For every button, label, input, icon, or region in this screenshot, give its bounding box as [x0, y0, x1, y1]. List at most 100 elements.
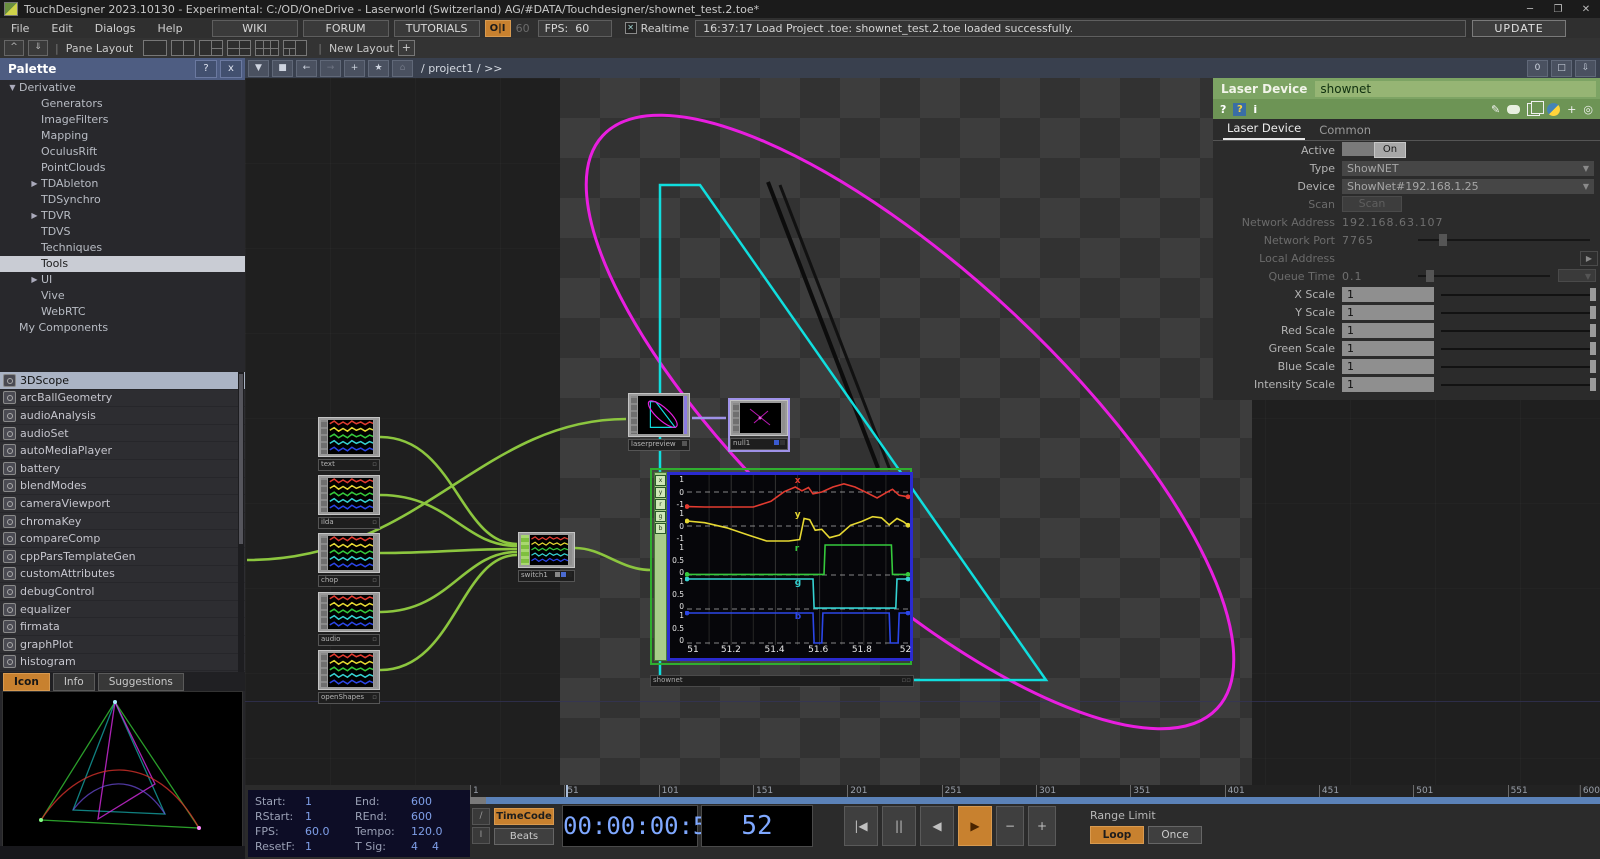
palette-item-blendmodes[interactable]: blendModes: [0, 478, 245, 496]
palette-tree-item-webrtc[interactable]: WebRTC: [0, 304, 245, 320]
timeline-ruler[interactable]: 151101151201251301351401451501551600: [470, 785, 1600, 797]
increment-frame-button[interactable]: +: [1028, 806, 1056, 846]
palette-item-firmata[interactable]: firmata: [0, 618, 245, 636]
palette-item-debugcontrol[interactable]: debugControl: [0, 583, 245, 601]
link-forum[interactable]: FORUM: [303, 20, 389, 37]
palette-item-3dscope[interactable]: 3DScope: [0, 372, 245, 390]
chop-node-openShapes[interactable]: openShapes▫: [318, 650, 380, 704]
mode-beats-button[interactable]: Beats: [494, 828, 554, 845]
palette-tree-item-pointclouds[interactable]: PointClouds: [0, 160, 245, 176]
palette-item-comparecomp[interactable]: compareComp: [0, 530, 245, 548]
maximize-button[interactable]: ❐: [1544, 4, 1572, 15]
palette-item-cppparstemplategen[interactable]: cppParsTemplateGen: [0, 548, 245, 566]
param-slider[interactable]: [1441, 330, 1596, 332]
layout-split-vertical-button[interactable]: [171, 40, 195, 56]
timeline-field-value[interactable]: 1: [305, 810, 355, 825]
param-slider[interactable]: [1418, 275, 1550, 277]
menu-button[interactable]: ▼: [248, 60, 269, 77]
palette-item-histogram[interactable]: histogram: [0, 654, 245, 672]
chevron-right-icon[interactable]: ▶: [28, 176, 41, 192]
layout-split-right-button[interactable]: [199, 40, 223, 56]
python-help-icon[interactable]: ?: [1233, 103, 1246, 116]
collapse-pane-arrow-icon[interactable]: ⇩: [1575, 60, 1596, 77]
palette-tree-item-imagefilters[interactable]: ImageFilters: [0, 112, 245, 128]
param-slider[interactable]: [1441, 294, 1596, 296]
palette-tree-item-my-components[interactable]: My Components: [0, 320, 245, 336]
palette-tree-item-derivative[interactable]: ▼Derivative: [0, 80, 245, 96]
operator-name-field[interactable]: shownet: [1315, 81, 1596, 97]
palette-tree-item-oculusrift[interactable]: OculusRift: [0, 144, 245, 160]
timeline-field-value[interactable]: 120.0: [411, 825, 473, 840]
performance-mode-button[interactable]: O|I: [485, 20, 511, 37]
palette-tree-item-tools[interactable]: Tools: [0, 256, 245, 272]
chevron-right-icon[interactable]: ▶: [28, 208, 41, 224]
menu-edit[interactable]: Edit: [40, 22, 83, 35]
palette-tree-item-ui[interactable]: ▶UI: [0, 272, 245, 288]
playhead[interactable]: [566, 785, 568, 797]
link-wiki[interactable]: WIKI: [212, 20, 298, 37]
palette-scrollbar[interactable]: [238, 372, 244, 672]
slider-handle[interactable]: [1590, 288, 1596, 301]
palette-item-battery[interactable]: battery: [0, 460, 245, 478]
float-pane-icon[interactable]: ⇓: [28, 40, 48, 56]
step-back-button[interactable]: ◀: [920, 806, 954, 846]
layout-mixed-button[interactable]: [283, 40, 307, 56]
menu-dialogs[interactable]: Dialogs: [84, 22, 147, 35]
param-field[interactable]: 1: [1342, 323, 1434, 338]
info-icon[interactable]: i: [1253, 103, 1257, 116]
null-node[interactable]: null1: [728, 398, 790, 452]
back-button[interactable]: ←: [296, 60, 317, 77]
timeline-side-button[interactable]: I: [472, 827, 490, 844]
palette-tree-item-mapping[interactable]: Mapping: [0, 128, 245, 144]
parameter-mode-icon[interactable]: ◎: [1583, 103, 1593, 116]
tab-info[interactable]: Info: [53, 673, 95, 691]
help-icon[interactable]: ?: [1220, 103, 1226, 116]
timeline-field-value[interactable]: 60.0: [305, 825, 355, 840]
slider-handle[interactable]: [1590, 360, 1596, 373]
param-field[interactable]: 1: [1342, 377, 1434, 392]
play-button[interactable]: ▶: [958, 806, 992, 846]
timeline-field-value[interactable]: 1: [305, 795, 355, 810]
stop-button[interactable]: ■: [272, 60, 293, 77]
param-slider[interactable]: [1418, 239, 1590, 241]
loop-button[interactable]: Loop: [1090, 826, 1144, 844]
slider-handle[interactable]: [1439, 234, 1447, 246]
shownet-viewer-node[interactable]: xyrgb 10-1x10-1y10.50r10.50g10.50b 5151.…: [650, 468, 912, 665]
palette-item-equalizer[interactable]: equalizer: [0, 601, 245, 619]
param-slider[interactable]: [1441, 312, 1596, 314]
palette-item-cameraviewport[interactable]: cameraViewport: [0, 495, 245, 513]
palette-help-button[interactable]: ?: [195, 60, 217, 78]
param-dropdown[interactable]: ShowNet#192.168.1.25▼: [1342, 179, 1594, 194]
add-parameter-icon[interactable]: +: [1567, 103, 1576, 116]
menu-help[interactable]: Help: [147, 22, 194, 35]
timeline-field-value[interactable]: 600: [411, 810, 473, 825]
copy-parameters-icon[interactable]: [1527, 103, 1540, 116]
active-toggle[interactable]: [1342, 142, 1376, 156]
palette-close-button[interactable]: x: [220, 60, 242, 78]
param-field[interactable]: 1: [1342, 287, 1434, 302]
laserpreview-node[interactable]: laserpreview: [628, 393, 690, 451]
layout-quad-button[interactable]: [227, 40, 251, 56]
update-button[interactable]: UPDATE: [1472, 20, 1566, 37]
tab-suggestions[interactable]: Suggestions: [98, 673, 184, 691]
param-field[interactable]: 1: [1342, 341, 1434, 356]
range-start-handle[interactable]: [470, 797, 486, 804]
palette-tree-item-techniques[interactable]: Techniques: [0, 240, 245, 256]
slider-handle[interactable]: [1590, 342, 1596, 355]
tab-common[interactable]: Common: [1315, 123, 1375, 140]
jump-to-start-button[interactable]: |◀: [844, 806, 878, 846]
close-button[interactable]: ✕: [1572, 4, 1600, 15]
param-slider[interactable]: [1441, 366, 1596, 368]
play-icon[interactable]: ▶: [1580, 251, 1598, 266]
slider-handle[interactable]: [1590, 378, 1596, 391]
palette-tree-item-generators[interactable]: Generators: [0, 96, 245, 112]
palette-item-audioanalysis[interactable]: audioAnalysis: [0, 407, 245, 425]
realtime-checkbox[interactable]: ✕: [625, 22, 637, 34]
language-pencil-icon[interactable]: ✎: [1491, 103, 1500, 116]
palette-item-audioset[interactable]: audioSet: [0, 425, 245, 443]
bookmark-button[interactable]: ★: [368, 60, 389, 77]
chop-node-audio[interactable]: audio▫: [318, 592, 380, 646]
slider-handle[interactable]: [1590, 306, 1596, 319]
palette-item-arcballgeometry[interactable]: arcBallGeometry: [0, 390, 245, 408]
timeline-field-value[interactable]: 600: [411, 795, 473, 810]
